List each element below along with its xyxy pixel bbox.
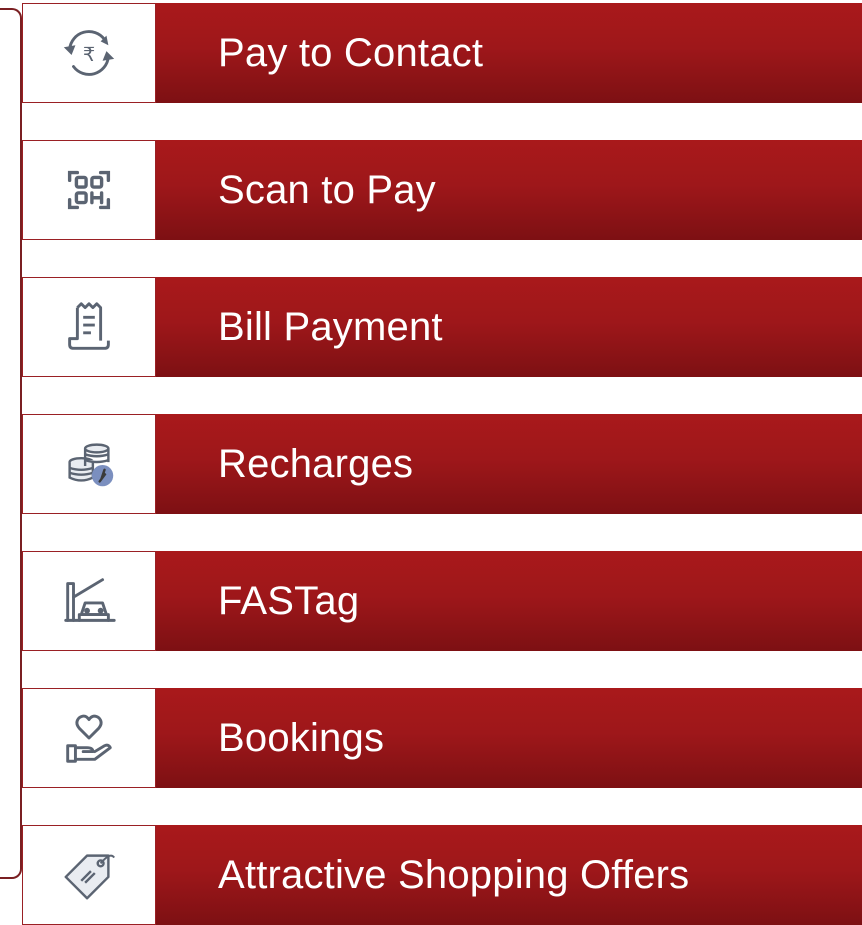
rupee-exchange-icon: ₹ [63,30,115,76]
menu-item-bookings[interactable]: Bookings [22,688,862,788]
price-tag-icon [64,854,115,900]
menu-icon-box [22,551,156,651]
menu-item-fastag[interactable]: FASTag [22,551,862,651]
menu-icon-box [22,825,156,925]
menu-item-bill-payment[interactable]: Bill Payment [22,277,862,377]
coins-recharge-icon [68,443,114,487]
toll-car-icon [64,578,116,622]
qr-scan-icon [67,170,111,210]
menu-icon-box: ₹ [22,3,156,103]
menu-item-label: Scan to Pay [156,140,862,240]
menu-item-attractive-shopping-offers[interactable]: Attractive Shopping Offers [22,825,862,925]
menu-item-label: Pay to Contact [156,3,862,103]
menu-item-scan-to-pay[interactable]: Scan to Pay [22,140,862,240]
menu-icon-box [22,688,156,788]
heart-hand-icon [66,714,112,763]
menu-icon-box [22,277,156,377]
menu-icon-box [22,414,156,514]
bill-receipt-icon [68,302,110,350]
menu-item-label: FASTag [156,551,862,651]
menu-item-label: Bookings [156,688,862,788]
menu-item-label: Bill Payment [156,277,862,377]
menu-item-recharges[interactable]: Recharges [22,414,862,514]
group-bracket [0,8,22,879]
menu-item-pay-to-contact[interactable]: ₹ Pay to Contact [22,3,862,103]
menu-item-label: Attractive Shopping Offers [156,825,862,925]
menu-item-label: Recharges [156,414,862,514]
menu-icon-box [22,140,156,240]
svg-text:₹: ₹ [83,43,95,66]
